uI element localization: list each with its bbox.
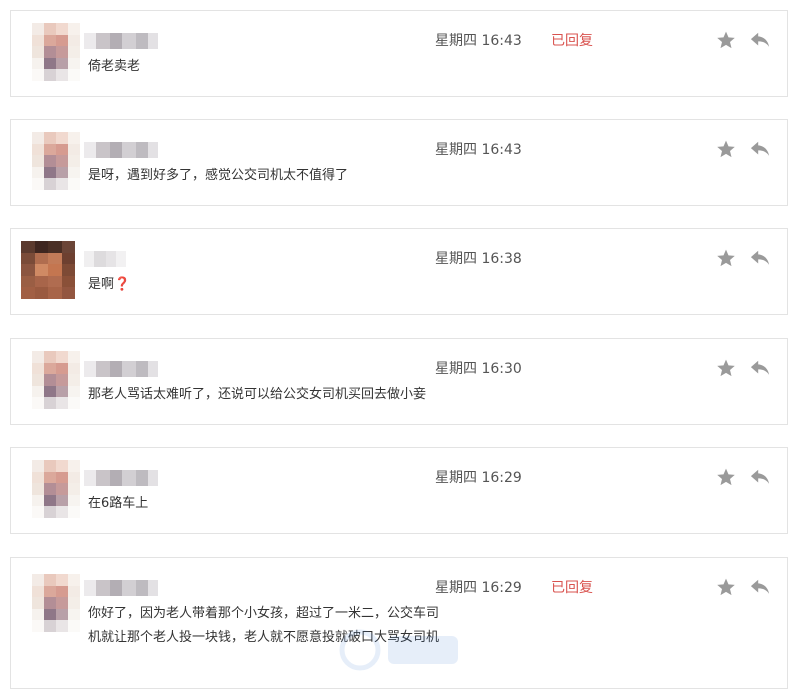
sender-name-blurred	[84, 580, 158, 596]
star-icon[interactable]	[716, 248, 736, 268]
replied-status: 已回复	[551, 580, 593, 596]
watermark-logo	[339, 629, 458, 671]
message-text: 是啊❓	[88, 273, 458, 297]
reply-arrow-icon[interactable]	[749, 139, 771, 159]
avatar[interactable]	[32, 351, 80, 409]
message-time: 星期四 16:29	[435, 580, 522, 596]
message-time: 星期四 16:30	[435, 361, 522, 377]
message-text: 倚老卖老	[88, 59, 141, 74]
message-time: 星期四 16:29	[435, 470, 522, 486]
avatar[interactable]	[32, 23, 80, 81]
replied-status: 已回复	[551, 33, 593, 49]
avatar[interactable]	[32, 574, 80, 632]
star-icon[interactable]	[716, 467, 736, 487]
sender-name-blurred	[84, 142, 158, 158]
avatar[interactable]	[32, 132, 80, 190]
avatar[interactable]	[21, 241, 75, 299]
message-time: 星期四 16:38	[435, 251, 522, 267]
reply-arrow-icon[interactable]	[749, 358, 771, 378]
message-text-content: 是啊	[88, 277, 115, 292]
message-time: 星期四 16:43	[435, 142, 522, 158]
reply-arrow-icon[interactable]	[749, 577, 771, 597]
message-card[interactable]: 是啊❓ 星期四 16:38	[10, 228, 788, 315]
sender-name-blurred	[84, 470, 158, 486]
reply-arrow-icon[interactable]	[749, 30, 771, 50]
avatar[interactable]	[32, 460, 80, 518]
star-icon[interactable]	[716, 139, 736, 159]
sender-name-blurred	[84, 33, 158, 49]
reply-arrow-icon[interactable]	[749, 248, 771, 268]
star-icon[interactable]	[716, 358, 736, 378]
message-list: 倚老卖老 星期四 16:43 已回复 是呀，遇到好多了，感觉公交司机太不值得了 …	[0, 0, 800, 697]
message-card[interactable]: 在6路车上 星期四 16:29	[10, 447, 788, 534]
reply-arrow-icon[interactable]	[749, 467, 771, 487]
star-icon[interactable]	[716, 577, 736, 597]
message-time: 星期四 16:43	[435, 33, 522, 49]
message-card[interactable]: 倚老卖老 星期四 16:43 已回复	[10, 10, 788, 97]
sender-name-blurred	[84, 361, 158, 377]
sender-name-blurred	[84, 251, 126, 267]
star-icon[interactable]	[716, 30, 736, 50]
message-card[interactable]: 是呀，遇到好多了，感觉公交司机太不值得了 星期四 16:43	[10, 119, 788, 206]
question-emoji: ❓	[114, 277, 131, 292]
message-text: 在6路车上	[88, 496, 149, 511]
message-text: 是呀，遇到好多了，感觉公交司机太不值得了	[88, 168, 349, 183]
message-text: 那老人骂话太难听了，还说可以给公交女司机买回去做小妾	[88, 387, 427, 402]
message-card[interactable]: 那老人骂话太难听了，还说可以给公交女司机买回去做小妾 星期四 16:30	[10, 338, 788, 425]
